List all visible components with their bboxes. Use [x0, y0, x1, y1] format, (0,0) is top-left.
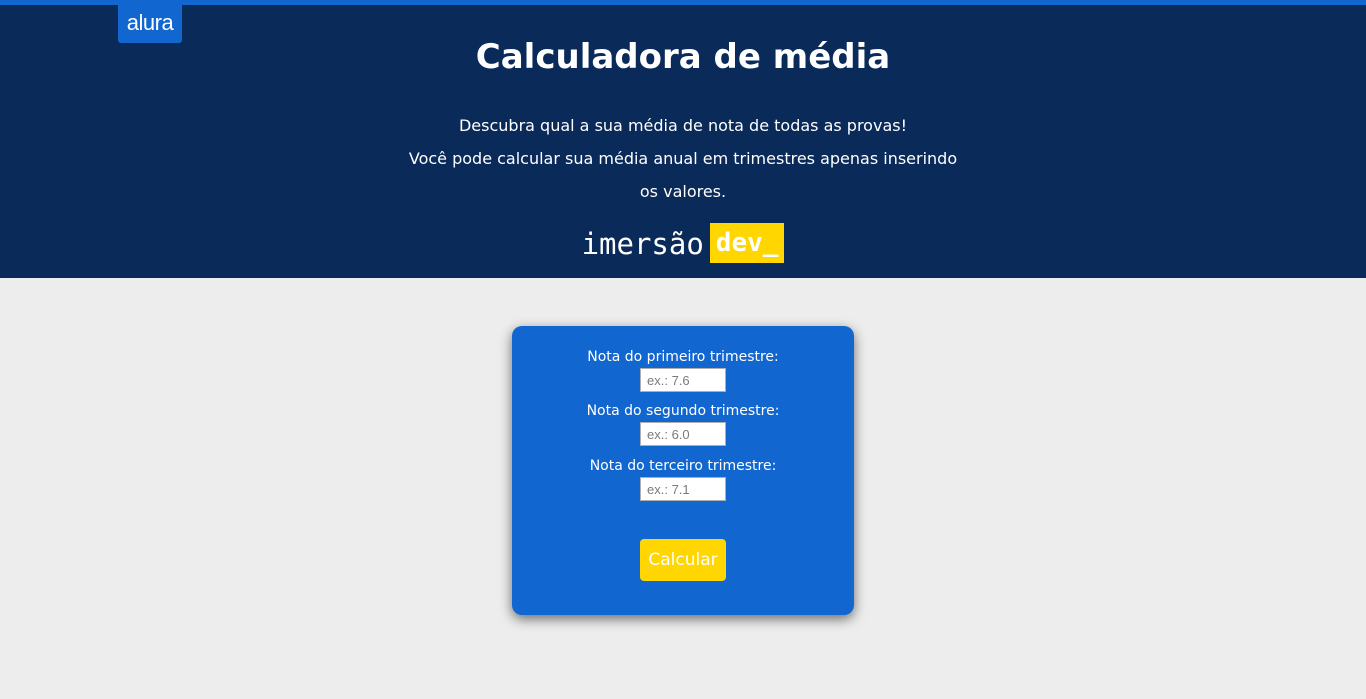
imersao-dev-brand: imersão dev_ — [0, 223, 1366, 263]
second-trimester-label: Nota do segundo trimestre: — [586, 403, 780, 419]
first-trimester-input[interactable] — [640, 368, 726, 392]
page-title: Calculadora de média — [475, 37, 891, 77]
third-trimester-label: Nota do terceiro trimestre: — [589, 458, 777, 474]
description-line: Você pode calcular sua média anual em tr… — [408, 149, 958, 168]
grade-calculator-card: Nota do primeiro trimestre: Nota do segu… — [512, 326, 854, 615]
page-header: alura Calculadora de média Descubra qual… — [0, 5, 1366, 278]
brand-word: imersão — [581, 227, 704, 261]
logo-text: alura — [126, 10, 174, 35]
description-line: Descubra qual a sua média de nota de tod… — [458, 116, 907, 135]
calculate-button[interactable]: Calcular — [640, 539, 726, 581]
third-trimester-input[interactable] — [640, 477, 726, 501]
page-description: Descubra qual a sua média de nota de tod… — [383, 109, 983, 208]
first-trimester-label: Nota do primeiro trimestre: — [587, 349, 779, 365]
brand-tag: dev_ — [709, 223, 785, 263]
description-line: os valores. — [639, 182, 727, 201]
second-trimester-input[interactable] — [640, 422, 726, 446]
